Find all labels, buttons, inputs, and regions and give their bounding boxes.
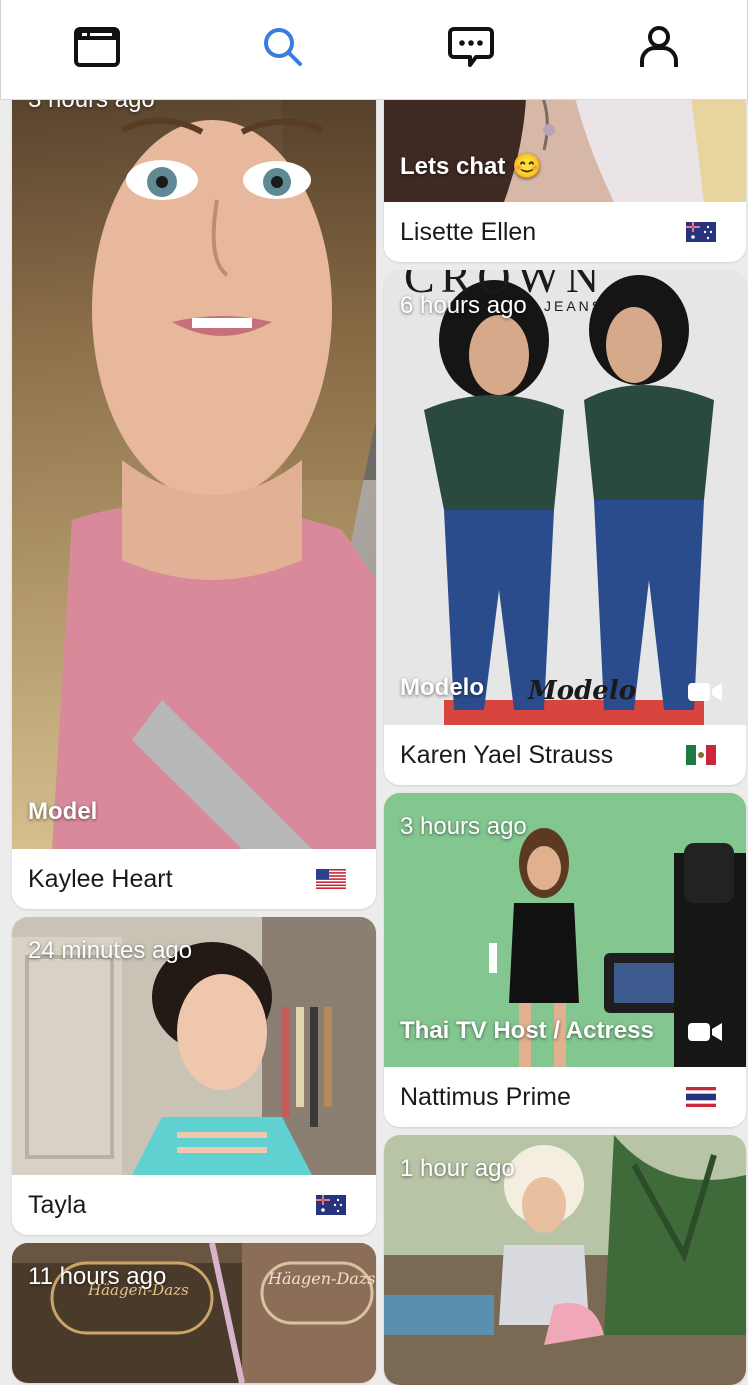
last-seen-time: 6 hours ago xyxy=(400,292,527,319)
profile-tag: Modelo xyxy=(400,674,484,701)
profile-icon xyxy=(640,26,678,67)
profile-name: Karen Yael Strauss xyxy=(400,741,614,769)
feed-icon xyxy=(74,27,120,67)
profile-card-kaylee[interactable]: 3 hours ago Model Kaylee Heart xyxy=(12,60,376,909)
profile-name: Nattimus Prime xyxy=(400,1083,571,1111)
messages-icon xyxy=(448,27,494,67)
script-text: Modelo xyxy=(528,676,637,706)
shop-sign-right: Häagen-Dazs xyxy=(268,1269,376,1288)
profile-photo xyxy=(384,270,746,725)
au-flag-icon xyxy=(686,222,716,242)
profile-name: Kaylee Heart xyxy=(28,865,173,893)
nav-profile-button[interactable] xyxy=(629,20,689,74)
profile-tag: Thai TV Host / Actress xyxy=(400,1017,654,1044)
th-flag-icon xyxy=(686,1087,716,1107)
nav-search-button[interactable] xyxy=(253,20,313,74)
nav-messages-button[interactable] xyxy=(441,20,501,74)
search-icon xyxy=(264,28,302,66)
au-flag-icon xyxy=(316,1195,346,1215)
profile-card-tayla[interactable]: 24 minutes ago Tayla xyxy=(12,917,376,1235)
last-seen-time: 24 minutes ago xyxy=(28,937,193,964)
profile-card-bottom-left[interactable]: Häagen-Dazs Häagen-Dazs 11 hours ago xyxy=(12,1243,376,1383)
last-seen-time: 1 hour ago xyxy=(400,1155,515,1182)
top-nav-bar xyxy=(0,0,748,100)
brand-banner-sub: JEANS xyxy=(544,298,605,314)
profile-info-bar: Lisette Ellen xyxy=(384,202,746,262)
profile-info-bar: Nattimus Prime xyxy=(384,1067,746,1127)
profile-name: Lisette Ellen xyxy=(400,218,537,246)
profile-card-nattimus[interactable]: 3 hours ago Thai TV Host / Actress Natti… xyxy=(384,793,746,1127)
last-seen-time: 3 hours ago xyxy=(400,813,527,840)
profile-photo xyxy=(12,60,376,849)
profile-card-bottom-right[interactable]: 1 hour ago xyxy=(384,1135,746,1385)
mx-flag-icon xyxy=(686,745,716,765)
video-camera-icon xyxy=(688,683,722,701)
profile-name: Tayla xyxy=(28,1191,87,1219)
video-camera-icon xyxy=(688,1023,722,1041)
nav-feed-button[interactable] xyxy=(67,20,127,74)
us-flag-icon xyxy=(316,869,346,889)
profile-info-bar: Tayla xyxy=(12,1175,376,1235)
profile-tag: Model xyxy=(28,798,98,825)
profile-tag: Lets chat 😊 xyxy=(400,153,542,180)
profile-info-bar: Karen Yael Strauss xyxy=(384,725,746,785)
profile-card-karen[interactable]: CROWN JEANS Modelo 6 hours ago Modelo Ka… xyxy=(384,270,746,785)
last-seen-time: 11 hours ago xyxy=(28,1263,167,1290)
profile-info-bar: Kaylee Heart xyxy=(12,849,376,909)
